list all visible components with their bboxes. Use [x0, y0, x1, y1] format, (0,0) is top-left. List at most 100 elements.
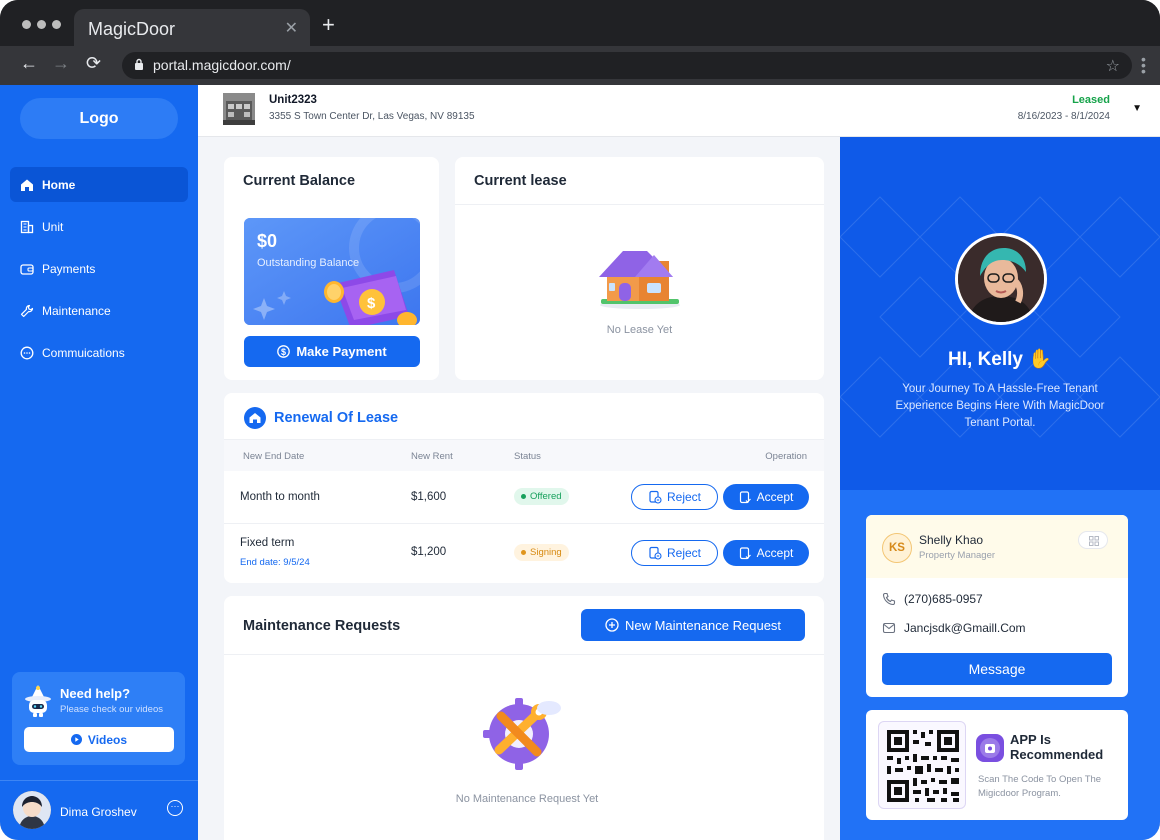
qr-code-icon[interactable] [1078, 531, 1108, 549]
current-lease-card: Current lease No Lease Yet [455, 157, 824, 380]
manager-header: KS Shelly Khao Property Manager [866, 515, 1128, 578]
browser-menu-icon[interactable]: • • • [1141, 52, 1146, 78]
message-button[interactable]: Message [882, 653, 1112, 685]
browser-tabbar: MagicDoor ✕ + [0, 0, 1160, 46]
new-maintenance-request-label: New Maintenance Request [624, 617, 782, 633]
sidebar-item-communications[interactable]: Commuications [10, 335, 188, 370]
browser-toolbar: ← → ⟳ portal.magicdoor.com/ ☆ • • • [0, 46, 1160, 85]
document-check-icon [739, 546, 751, 559]
divider [224, 523, 824, 524]
user-name: Dima Groshev [60, 805, 137, 819]
lock-icon [135, 58, 143, 70]
document-icon [649, 546, 662, 560]
help-card: Need help? Please check our videos Video… [12, 672, 185, 765]
tools-illustration [483, 698, 561, 770]
wizard-mascot-icon [25, 685, 51, 717]
home-icon [21, 179, 33, 191]
manager-name: Shelly Khao [919, 533, 984, 547]
sidebar-item-payments[interactable]: Payments [10, 251, 188, 286]
balance-amount: $0 [257, 231, 278, 251]
phone-icon [882, 592, 896, 606]
sidebar-item-unit[interactable]: Unit [10, 209, 188, 244]
renewal-header: Renewal Of Lease [244, 407, 398, 429]
sidebar-item-label: Commuications [42, 345, 125, 360]
column-header: New End Date [243, 451, 305, 462]
plus-icon[interactable]: + [322, 12, 335, 38]
renewal-title: Renewal Of Lease [274, 410, 399, 426]
user-profile-row[interactable]: Dima Groshev ··· [0, 780, 198, 840]
caret-down-icon[interactable]: ▼ [1132, 103, 1142, 114]
window-control-minimize[interactable] [37, 20, 46, 29]
balance-label: Outstanding Balance [257, 257, 360, 269]
reject-button[interactable]: Reject [631, 484, 718, 510]
help-title: Need help? [60, 686, 131, 701]
back-arrow-icon[interactable]: ← [20, 53, 38, 74]
manager-phone: (270)685-0957 [904, 592, 983, 606]
no-lease-text: No Lease Yet [606, 324, 673, 336]
wrench-icon [20, 304, 34, 317]
status-badge: Signing [514, 544, 569, 561]
balance-summary: $ $0 Outstanding Balance [244, 218, 420, 325]
status-label: Signing [530, 547, 562, 558]
sidebar-item-label: Unit [42, 219, 64, 234]
new-maintenance-request-button[interactable]: New Maintenance Request [581, 609, 805, 641]
window-control-close[interactable] [22, 20, 31, 29]
make-payment-button[interactable]: $ Make Payment [244, 336, 420, 367]
manager-avatar: KS [882, 533, 912, 563]
status-badge: Offered [514, 488, 569, 505]
unit-thumbnail [223, 93, 255, 125]
reload-icon[interactable]: ⟳ [86, 53, 101, 74]
greeting: HI, Kelly ✋ [840, 347, 1160, 371]
sidebar-item-home[interactable]: Home [10, 167, 188, 202]
unit-address: 3355 S Town Center Dr, Las Vegas, NV 891… [269, 111, 475, 122]
star-icon[interactable]: ☆ [1106, 56, 1120, 76]
rent-cell: $1,200 [411, 546, 447, 558]
end-date-detail: End date: 9/5/24 [240, 557, 310, 568]
lease-dates: 8/16/2023 - 8/1/2024 [1017, 111, 1110, 122]
window-controls[interactable] [22, 20, 61, 29]
sidebar: Logo Home Unit Payments Maintenance Comm… [0, 85, 198, 840]
logo[interactable]: Logo [20, 98, 178, 139]
accept-button[interactable]: Accept [723, 484, 809, 510]
sidebar-item-label: Payments [42, 261, 96, 276]
browser-tab[interactable]: MagicDoor ✕ [74, 9, 310, 46]
balance-title: Current Balance [243, 173, 356, 189]
lease-title: Current lease [474, 173, 567, 189]
close-icon[interactable]: ✕ [285, 18, 298, 38]
avatar[interactable] [13, 791, 51, 829]
sidebar-item-maintenance[interactable]: Maintenance [10, 293, 188, 328]
welcome-panel: HI, Kelly ✋ Your Journey To A Hassle-Fre… [840, 137, 1160, 840]
accept-label: Accept [756, 546, 794, 560]
window-control-maximize[interactable] [52, 20, 61, 29]
end-date-cell: Month to month [240, 491, 320, 503]
url-text: portal.magicdoor.com/ [153, 57, 291, 73]
manager-role: Property Manager [919, 550, 996, 561]
browser-window: MagicDoor ✕ + ← → ⟳ portal.magicdoor.com… [0, 0, 1160, 840]
greeting-text: HI, Kelly [948, 349, 1024, 370]
accept-button[interactable]: Accept [723, 540, 809, 566]
app-promo-title: APP Is Recommended [1010, 732, 1104, 762]
maintenance-card: Maintenance Requests New Maintenance Req… [224, 596, 824, 840]
house-illustration [599, 251, 680, 309]
more-options-icon[interactable]: ··· [167, 800, 183, 816]
rent-cell: $1,600 [411, 491, 447, 503]
reject-button[interactable]: Reject [631, 540, 718, 566]
app-promo-card: APP Is Recommended Scan The Code To Open… [866, 710, 1128, 820]
column-header: New Rent [411, 451, 453, 462]
tenant-profile-photo [955, 233, 1047, 325]
manager-email-row[interactable]: Jancjsdk@Gmaill.Com [882, 621, 1026, 635]
welcome-hero: HI, Kelly ✋ Your Journey To A Hassle-Fre… [840, 137, 1160, 490]
forward-arrow-icon[interactable]: → [52, 53, 70, 74]
reject-label: Reject [666, 490, 701, 504]
column-header: Operation [765, 451, 807, 462]
videos-button[interactable]: Videos [24, 727, 174, 752]
address-bar[interactable]: portal.magicdoor.com/ ☆ [122, 52, 1132, 79]
manager-phone-row[interactable]: (270)685-0957 [882, 592, 983, 606]
property-header[interactable]: Unit2323 3355 S Town Center Dr, Las Vega… [198, 85, 1160, 137]
waving-hand-icon: ✋ [1028, 349, 1052, 370]
play-icon [70, 734, 82, 745]
plus-circle-icon [605, 618, 619, 632]
chat-icon [20, 346, 34, 359]
unit-name: Unit2323 [269, 94, 317, 106]
app-promo-subtitle: Scan The Code To Open The Migicdoor Prog… [978, 774, 1102, 799]
